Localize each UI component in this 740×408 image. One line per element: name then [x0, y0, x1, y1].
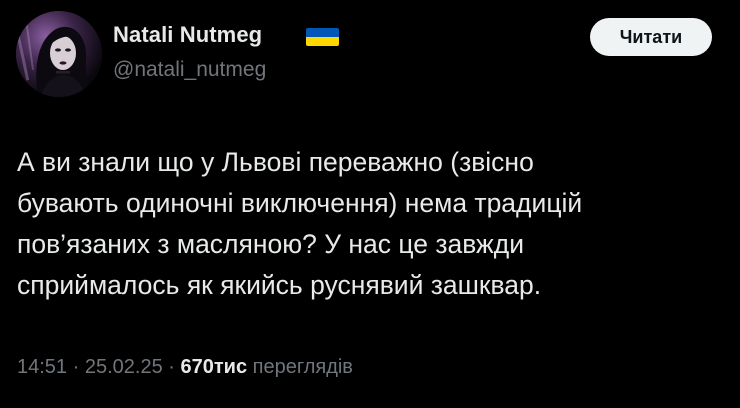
tweet-meta: 14:51 · 25.02.25 · 670тис переглядів — [17, 356, 353, 379]
views-label: переглядів — [252, 356, 353, 378]
avatar[interactable] — [16, 11, 102, 97]
ukraine-flag-icon — [306, 28, 339, 46]
display-name[interactable]: Natali Nutmeg — [113, 22, 262, 48]
tweet-date[interactable]: 25.02.25 — [85, 356, 163, 378]
tweet-card: Natali Nutmeg @natali_nutmeg Читати А ви… — [0, 0, 740, 408]
avatar-image — [16, 11, 102, 97]
tweet-text-line: бувають одиночні виключення) нема традиц… — [17, 188, 583, 218]
follow-button[interactable]: Читати — [590, 18, 712, 56]
tweet-time[interactable]: 14:51 — [17, 356, 67, 378]
tweet-text-line: А ви знали що у Львові переважно (звісно — [17, 147, 534, 177]
meta-separator: · — [67, 356, 85, 378]
views-count[interactable]: 670тис — [180, 356, 247, 378]
meta-separator: · — [162, 356, 181, 378]
tweet-text-line: сприймалось як якийсь руснявий зашквар. — [17, 270, 542, 300]
username[interactable]: @natali_nutmeg — [113, 58, 266, 82]
tweet-text-line: пов’язаних з масляною? У нас це завжди — [17, 229, 525, 259]
tweet-text: А ви знали що у Львові переважно (звісно… — [17, 142, 729, 306]
